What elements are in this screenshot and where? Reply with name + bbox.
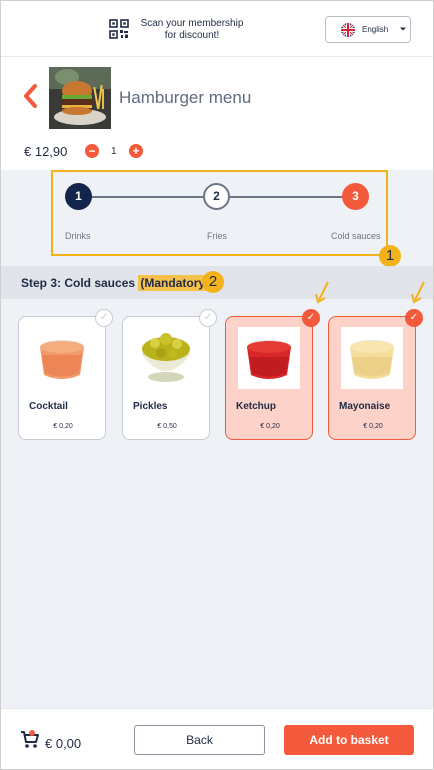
- add-to-basket-button[interactable]: Add to basket: [284, 725, 414, 755]
- step-title-text: Step 3: Cold sauces: [21, 276, 136, 290]
- item-name: Cocktail: [29, 401, 68, 412]
- qr-code-icon[interactable]: [109, 19, 129, 39]
- product-title: Hamburger menu: [119, 88, 252, 107]
- item-price: € 0,20: [260, 423, 280, 430]
- back-button[interactable]: Back: [134, 725, 265, 755]
- quantity-increase-button[interactable]: +: [129, 144, 143, 158]
- product-price: € 12,90: [24, 144, 68, 159]
- item-card-ketchup[interactable]: Ketchup € 0,20 ✓: [225, 309, 320, 440]
- item-price: € 0,50: [157, 423, 177, 430]
- language-label: English: [362, 25, 389, 34]
- quantity-value: 1: [111, 146, 117, 157]
- cocktail-sauce-image: [40, 340, 84, 379]
- annotation-badge-2: 2: [202, 271, 224, 293]
- basket-total: € 0,00: [45, 736, 82, 751]
- uk-flag-icon: [341, 23, 355, 37]
- item-card-mayonaise[interactable]: Mayonaise € 0,20 ✓: [328, 309, 423, 440]
- item-card-pickles[interactable]: Pickles € 0,50 ✓: [122, 309, 217, 440]
- checkmark-icon[interactable]: ✓: [199, 309, 217, 327]
- mandatory-label: (Mandatory): [138, 275, 212, 291]
- quantity-decrease-button[interactable]: −: [85, 144, 99, 158]
- mayonaise-image: [341, 327, 403, 389]
- pickles-image: [141, 333, 191, 382]
- hamburger-menu-image: [49, 67, 111, 129]
- back-arrow-icon[interactable]: [21, 83, 39, 109]
- annotation-arrow-icon: [315, 281, 329, 303]
- cart-icon[interactable]: [20, 729, 40, 749]
- step-title: Step 3: Cold sauces (Mandatory): [21, 275, 212, 291]
- annotation-arrow-icon: [411, 281, 425, 303]
- scan-text-line1: Scan your membership: [140, 18, 244, 29]
- ketchup-image: [238, 327, 300, 389]
- checkmark-icon[interactable]: ✓: [95, 309, 113, 327]
- item-price: € 0,20: [53, 423, 73, 430]
- scan-text-line2: for discount!: [164, 30, 220, 41]
- stepper-highlight-box: [51, 170, 388, 256]
- language-select[interactable]: English: [325, 16, 411, 43]
- annotation-badge-1: 1: [379, 245, 401, 267]
- checkmark-icon[interactable]: ✓: [302, 309, 320, 327]
- membership-scan-text[interactable]: Scan your membership for discount!: [134, 18, 250, 42]
- item-name: Pickles: [133, 401, 168, 412]
- item-price: € 0,20: [363, 423, 383, 430]
- chevron-down-icon: [400, 27, 406, 31]
- app-frame: Scan your membership for discount! Engli…: [0, 0, 434, 770]
- checkmark-icon[interactable]: ✓: [405, 309, 423, 327]
- item-name: Ketchup: [236, 401, 276, 412]
- item-card-cocktail[interactable]: Cocktail € 0,20 ✓: [18, 309, 113, 440]
- item-name: Mayonaise: [339, 401, 391, 412]
